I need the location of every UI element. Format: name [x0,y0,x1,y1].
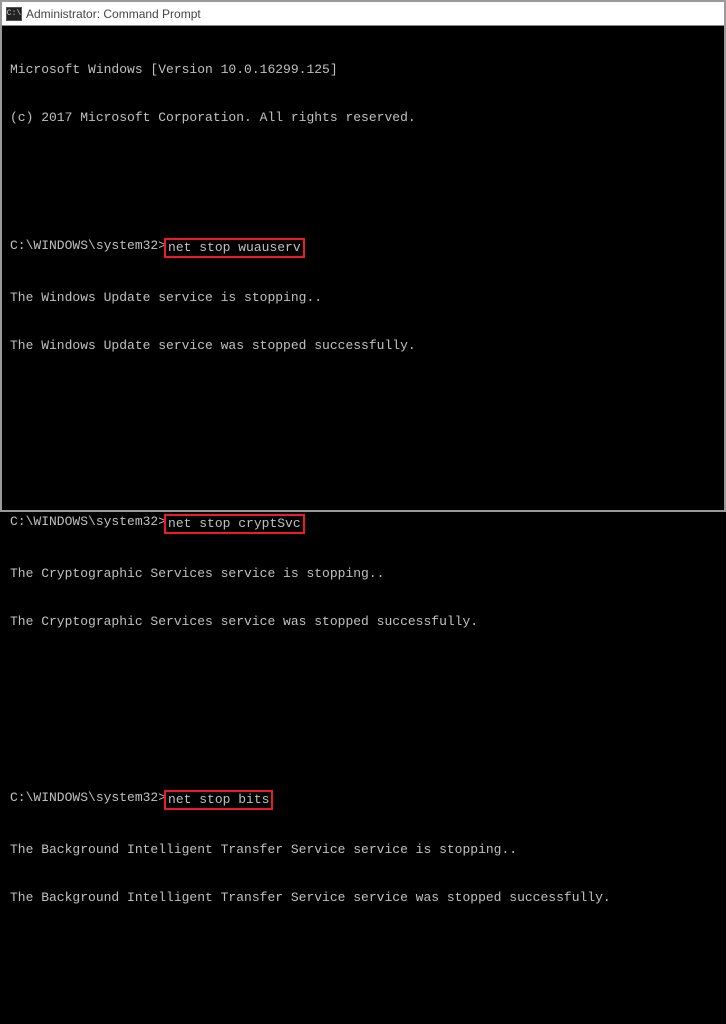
header-copyright: (c) 2017 Microsoft Corporation. All righ… [10,110,716,126]
command-highlight: net stop wuauserv [164,238,305,258]
command-highlight: net stop bits [164,790,273,810]
output-line: The Background Intelligent Transfer Serv… [10,890,716,906]
output-line: The Cryptographic Services service is st… [10,566,716,582]
output-line: The Windows Update service is stopping.. [10,290,716,306]
command-line: C:\WINDOWS\system32>net stop cryptSvc [10,514,716,534]
prompt-text: C:\WINDOWS\system32> [10,790,166,810]
command-highlight: net stop cryptSvc [164,514,305,534]
terminal-output[interactable]: Microsoft Windows [Version 10.0.16299.12… [2,26,724,1024]
header-version: Microsoft Windows [Version 10.0.16299.12… [10,62,716,78]
prompt-text: C:\WINDOWS\system32> [10,238,166,258]
output-line: The Background Intelligent Transfer Serv… [10,842,716,858]
window-title: Administrator: Command Prompt [26,7,201,21]
command-line: C:\WINDOWS\system32>net stop wuauserv [10,238,716,258]
command-line: C:\WINDOWS\system32>net stop bits [10,790,716,810]
cmd-icon: C:\ [6,7,22,21]
output-line: The Windows Update service was stopped s… [10,338,716,354]
prompt-text: C:\WINDOWS\system32> [10,514,166,534]
output-line: The Cryptographic Services service was s… [10,614,716,630]
titlebar: C:\ Administrator: Command Prompt [2,2,724,26]
